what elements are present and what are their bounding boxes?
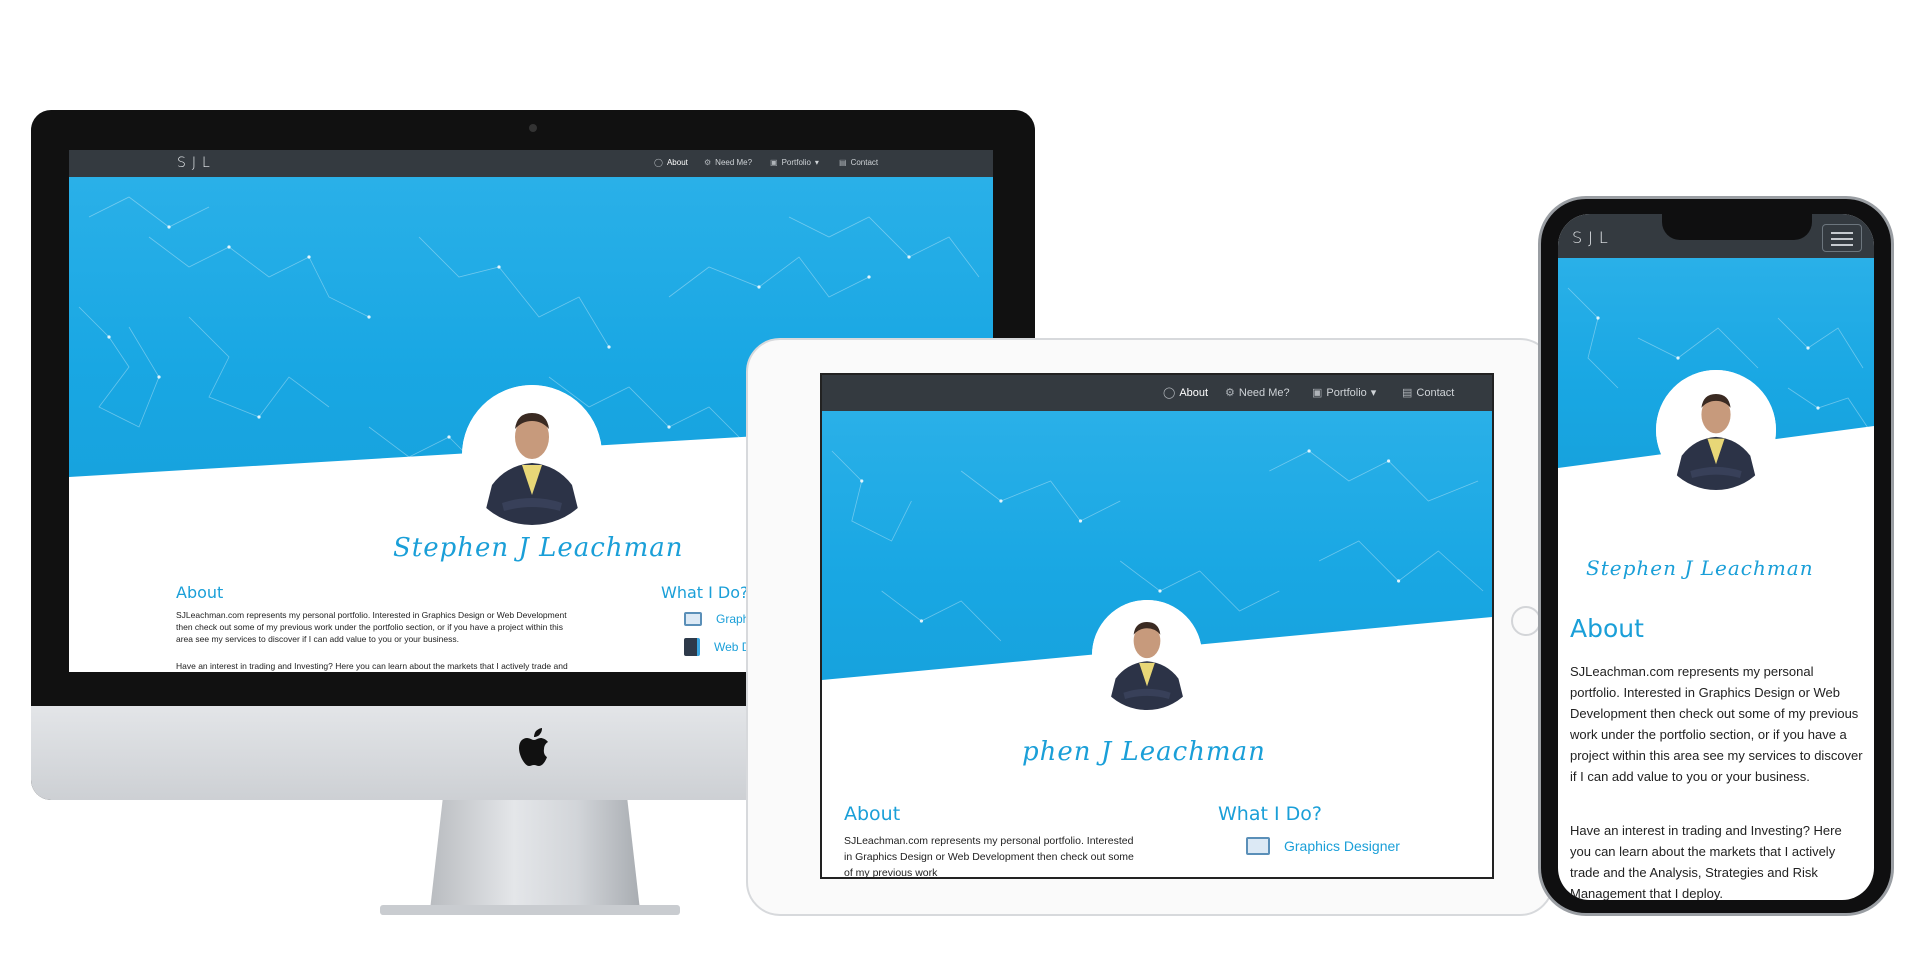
- nav-need-me-label: Need Me?: [715, 158, 753, 167]
- web-dev-icon: [684, 638, 700, 656]
- iphone-screen: SJL Stephen J Leachman About SJLeachman.…: [1558, 214, 1874, 900]
- profile-name: phen J Leachman: [1022, 737, 1266, 767]
- nav-need-me-label: Need Me?: [1238, 386, 1290, 399]
- profile-name: Stephen J Leachman: [1586, 556, 1814, 580]
- hamburger-menu-icon[interactable]: [1822, 224, 1862, 252]
- nav-contact[interactable]: ▤ Contact: [839, 158, 878, 167]
- nav-about-label: About: [1179, 386, 1209, 399]
- user-icon: ◯: [1163, 387, 1176, 399]
- about-paragraph-1: SJLeachman.com represents my personal po…: [1570, 664, 1863, 784]
- about-paragraph-1: SJLeachman.com represents my personal po…: [844, 835, 1134, 879]
- user-icon: ◯: [654, 158, 663, 167]
- what-item-graphics-label: Graphics Designer: [1284, 838, 1400, 854]
- nav-portfolio-label: Portfolio: [781, 158, 811, 167]
- ipad-screen: ◯ About ⚙ Need Me? ▣ Portfolio ▾ ▤ Conta…: [820, 373, 1494, 879]
- imac-camera: [529, 124, 537, 132]
- navbar: SJL ◯ About ⚙ Need Me? ▣ Portfolio ▾ ▤ C…: [69, 150, 993, 177]
- nav-about[interactable]: ◯ About: [654, 158, 688, 167]
- nav-portfolio[interactable]: ▣ Portfolio ▾: [770, 158, 819, 167]
- chevron-down-icon: ▾: [1370, 387, 1377, 399]
- profile-photo: [1656, 370, 1776, 490]
- what-item-graphics[interactable]: Graphics Designer: [1246, 837, 1400, 855]
- about-paragraph-2: Have an interest in trading and Investin…: [1570, 823, 1842, 900]
- profile-name: Stephen J Leachman: [393, 533, 684, 563]
- profile-avatar: [1656, 370, 1776, 490]
- nav-portfolio[interactable]: ▣ Portfolio ▾: [1312, 386, 1377, 400]
- book-icon: ▣: [770, 158, 778, 167]
- id-card-icon: ▤: [839, 158, 847, 167]
- about-title: About: [176, 583, 224, 602]
- monitor-design-icon: [1246, 837, 1270, 855]
- nav-about-label: About: [666, 158, 688, 167]
- cogs-icon: ⚙: [704, 158, 712, 167]
- navbar: ◯ About ⚙ Need Me? ▣ Portfolio ▾ ▤ Conta…: [822, 375, 1492, 411]
- imac-stand: [430, 800, 640, 910]
- what-i-do-title: What I Do?: [661, 583, 749, 602]
- nav-contact-label: Contact: [850, 158, 879, 167]
- profile-avatar: [462, 385, 602, 525]
- cogs-icon: ⚙: [1225, 387, 1235, 399]
- profile-photo: [1092, 600, 1202, 710]
- device-mockup-stage: SJL ◯ About ⚙ Need Me? ▣ Portfolio ▾ ▤ C…: [0, 0, 1920, 980]
- book-icon: ▣: [1312, 387, 1323, 399]
- about-title: About: [1570, 614, 1644, 643]
- about-title: About: [844, 803, 901, 825]
- ipad-home-button: [1511, 606, 1541, 636]
- nav-need-me[interactable]: ⚙ Need Me?: [1225, 386, 1290, 400]
- nav-contact[interactable]: ▤ Contact: [1402, 386, 1455, 400]
- id-card-icon: ▤: [1402, 387, 1413, 399]
- apple-logo-icon: [519, 728, 548, 766]
- site-logo[interactable]: SJL: [1572, 228, 1614, 247]
- imac-stand-base: [380, 905, 680, 915]
- site-logo[interactable]: SJL: [177, 155, 216, 171]
- monitor-design-icon: [684, 612, 702, 626]
- profile-avatar: [1092, 600, 1202, 710]
- iphone-notch: [1662, 214, 1812, 240]
- profile-photo: [462, 385, 602, 525]
- about-paragraph-1: SJLeachman.com represents my personal po…: [176, 610, 567, 644]
- about-paragraph-2: Have an interest in trading and Investin…: [176, 661, 568, 671]
- nav-contact-label: Contact: [1416, 386, 1455, 399]
- nav-need-me[interactable]: ⚙ Need Me?: [704, 158, 752, 167]
- chevron-down-icon: ▾: [814, 158, 819, 167]
- nav-portfolio-label: Portfolio: [1326, 386, 1367, 399]
- nav-about[interactable]: ◯ About: [1163, 386, 1209, 400]
- what-i-do-title: What I Do?: [1218, 803, 1322, 825]
